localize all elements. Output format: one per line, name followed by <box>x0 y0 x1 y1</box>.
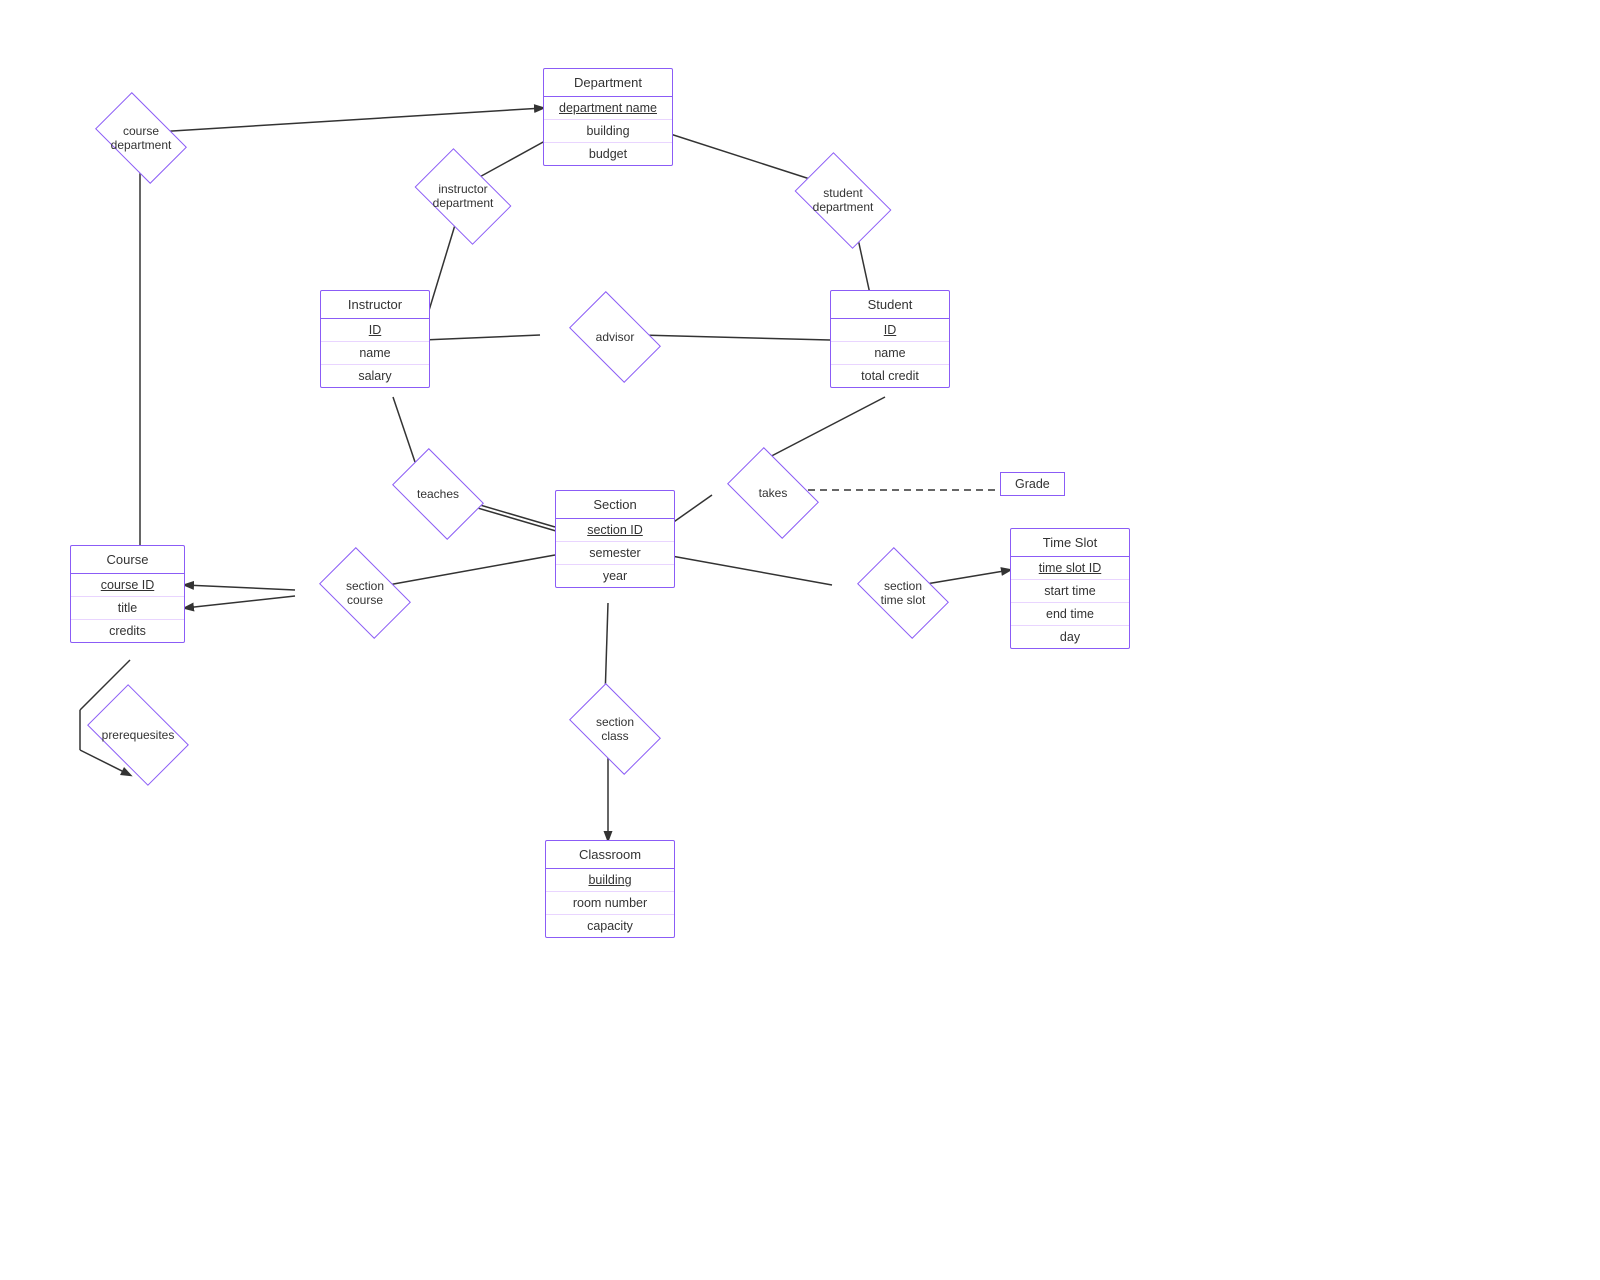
entity-student-title: Student <box>831 291 949 319</box>
entity-timeslot-attr-day: day <box>1011 626 1129 648</box>
entity-section-attr-year: year <box>556 565 674 587</box>
entity-section: Section section ID semester year <box>555 490 675 588</box>
entity-course: Course course ID title credits <box>70 545 185 643</box>
entity-classroom-attr-capacity: capacity <box>546 915 674 937</box>
diamond-section-course: sectioncourse <box>305 557 425 629</box>
diamond-section-timeslot: sectiontime slot <box>838 557 968 629</box>
entity-section-attr-semester: semester <box>556 542 674 565</box>
entity-department: Department department name building budg… <box>543 68 673 166</box>
entity-timeslot-attr-id: time slot ID <box>1011 557 1129 580</box>
entity-instructor: Instructor ID name salary <box>320 290 430 388</box>
entity-classroom-attr-building: building <box>546 869 674 892</box>
diamond-student-department: studentdepartment <box>773 160 913 240</box>
diamond-takes: takes <box>718 458 828 528</box>
diamond-course-department: coursedepartment <box>76 98 206 178</box>
entity-course-title: Course <box>71 546 184 574</box>
entity-instructor-attr-id: ID <box>321 319 429 342</box>
er-diagram: Department department name building budg… <box>0 0 1600 1280</box>
entity-student: Student ID name total credit <box>830 290 950 388</box>
entity-timeslot-title: Time Slot <box>1011 529 1129 557</box>
entity-student-attr-name: name <box>831 342 949 365</box>
entity-course-attr-id: course ID <box>71 574 184 597</box>
entity-student-attr-id: ID <box>831 319 949 342</box>
entity-department-attr-building: building <box>544 120 672 143</box>
grade-label: Grade <box>1000 472 1065 496</box>
entity-section-attr-id: section ID <box>556 519 674 542</box>
entity-department-attr-name: department name <box>544 97 672 120</box>
entity-instructor-attr-salary: salary <box>321 365 429 387</box>
entity-course-attr-credits: credits <box>71 620 184 642</box>
entity-instructor-title: Instructor <box>321 291 429 319</box>
entity-course-attr-title: title <box>71 597 184 620</box>
entity-timeslot: Time Slot time slot ID start time end ti… <box>1010 528 1130 649</box>
entity-student-attr-credit: total credit <box>831 365 949 387</box>
diamond-section-class: sectionclass <box>555 693 675 765</box>
diamond-advisor: advisor <box>555 302 675 372</box>
entity-department-attr-budget: budget <box>544 143 672 165</box>
entity-classroom-attr-room: room number <box>546 892 674 915</box>
entity-instructor-attr-name: name <box>321 342 429 365</box>
entity-department-title: Department <box>544 69 672 97</box>
entity-classroom: Classroom building room number capacity <box>545 840 675 938</box>
diamond-teaches: teaches <box>378 458 498 530</box>
diamond-prerequisites: prerequesites <box>68 695 208 775</box>
entity-timeslot-attr-start: start time <box>1011 580 1129 603</box>
diamond-instructor-department: instructordepartment <box>393 156 533 236</box>
entity-section-title: Section <box>556 491 674 519</box>
entity-classroom-title: Classroom <box>546 841 674 869</box>
entity-timeslot-attr-end: end time <box>1011 603 1129 626</box>
